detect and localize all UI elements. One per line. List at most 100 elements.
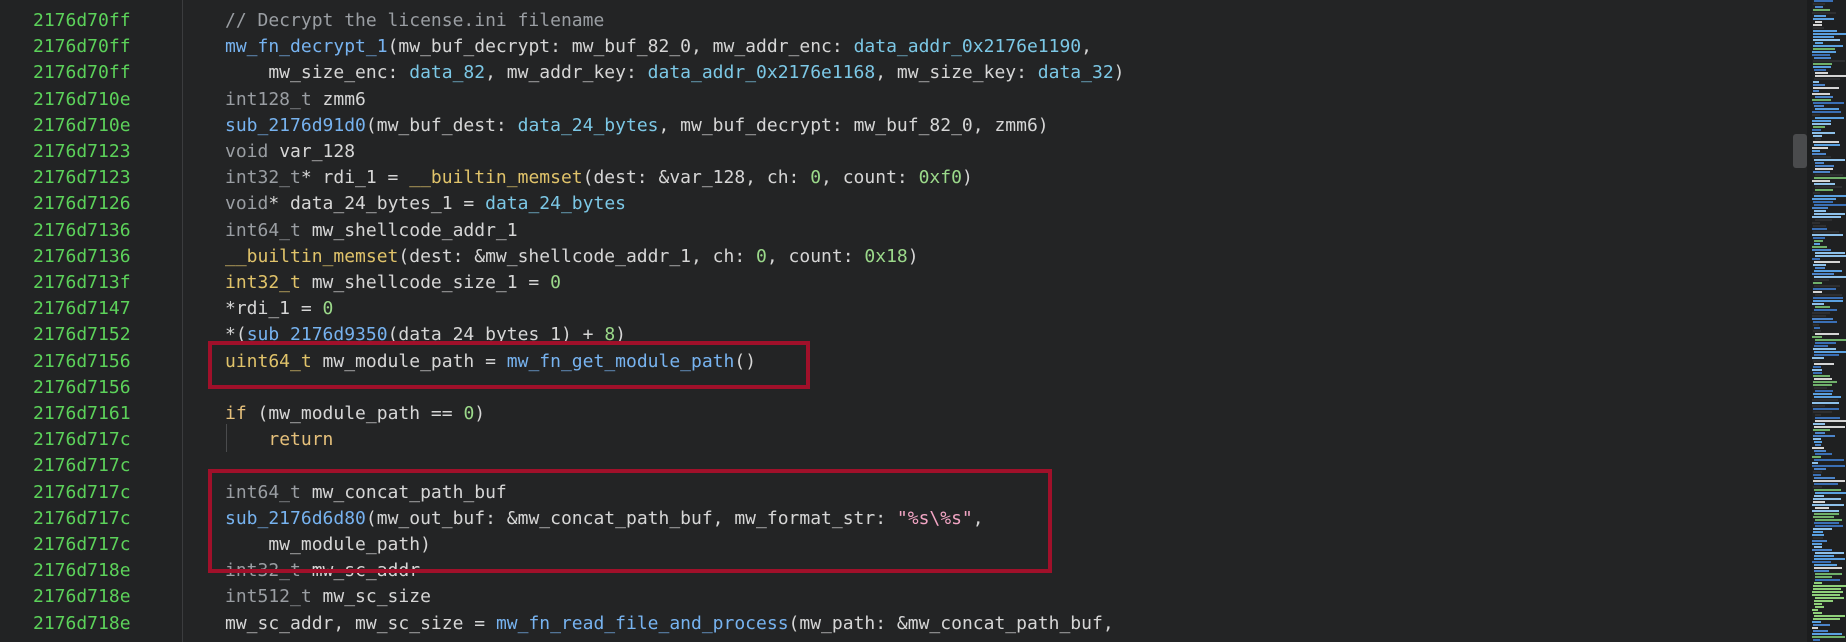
minimap-line <box>1813 288 1836 290</box>
minimap-line <box>1813 366 1821 368</box>
minimap-line <box>1815 75 1846 77</box>
minimap-line <box>1813 192 1820 194</box>
minimap-line <box>1814 240 1823 242</box>
code-token[interactable]: data_addr_0x2176e1190 <box>854 36 1082 57</box>
minimap-line <box>1814 555 1834 557</box>
line-number: 2176d7126 <box>33 193 131 215</box>
minimap-line <box>1814 450 1826 452</box>
line-number: 2176d718e <box>33 612 131 634</box>
code-token[interactable]: data_32 <box>1038 62 1114 83</box>
minimap-line <box>1815 525 1843 527</box>
minimap-line <box>1813 300 1843 302</box>
minimap-line <box>1815 168 1833 170</box>
minimap-line <box>1815 339 1846 341</box>
minimap-line <box>1813 282 1822 284</box>
code-token[interactable]: mw_fn_get_module_path <box>507 351 735 372</box>
code-line[interactable]: sub_2176d6d80(mw_out_buf: &mw_concat_pat… <box>225 506 984 532</box>
code-line[interactable]: int32_t* rdi_1 = __builtin_memset(dest: … <box>225 165 973 191</box>
code-line[interactable]: mw_module_path) <box>225 532 431 558</box>
minimap-line <box>1815 573 1842 575</box>
minimap-line <box>1814 477 1835 479</box>
minimap-line <box>1814 69 1826 71</box>
minimap-line <box>1812 534 1824 536</box>
code-token[interactable]: mw_fn_decrypt_1 <box>225 36 388 57</box>
code-line[interactable]: int128_t zmm6 <box>225 87 366 113</box>
code-token: ) <box>907 245 919 267</box>
line-number: 2176d718e <box>33 586 131 608</box>
code-line[interactable]: uint64_t mw_module_path = mw_fn_get_modu… <box>225 349 756 375</box>
line-number: 2176d710e <box>33 88 131 110</box>
minimap-line <box>1814 354 1839 356</box>
code-token: mw_sc_addr <box>300 560 421 582</box>
code-line[interactable]: // Decrypt the license.ini filename <box>225 8 604 34</box>
code-line[interactable]: mw_fn_decrypt_1(mw_buf_decrypt: mw_buf_8… <box>225 34 1092 60</box>
code-line[interactable]: int64_t mw_shellcode_addr_1 <box>225 218 518 244</box>
minimap-line <box>1812 93 1830 95</box>
line-number: 2176d7156 <box>33 376 131 398</box>
minimap-line <box>1813 585 1846 587</box>
minimap-line <box>1815 42 1823 44</box>
code-line[interactable]: int32_t mw_shellcode_size_1 = 0 <box>225 270 561 296</box>
code-token[interactable]: data_24_bytes <box>485 193 626 214</box>
code-line[interactable]: *(sub_2176d9350(data_24_bytes_1) + 8) <box>225 322 626 348</box>
minimap-line <box>1813 291 1822 293</box>
code-token: var_128 <box>268 141 356 162</box>
minimap-line <box>1814 243 1820 245</box>
code-line[interactable]: void var_128 <box>225 139 355 165</box>
minimap-line <box>1815 306 1830 308</box>
code-line[interactable]: __builtin_memset(dest: &mw_shellcode_add… <box>225 244 919 270</box>
minimap-line <box>1814 78 1840 80</box>
minimap-line <box>1813 102 1844 104</box>
minimap-line <box>1813 612 1822 614</box>
minimap-line <box>1813 36 1834 38</box>
minimap-line <box>1812 357 1824 359</box>
code-token: (dest: &mw_shellcode_addr_1, ch: <box>398 245 757 267</box>
minimap-line <box>1813 474 1821 476</box>
code-token[interactable]: data_82 <box>409 62 485 83</box>
code-line[interactable]: mw_sc_addr, mw_sc_size = mw_fn_read_file… <box>225 611 1114 637</box>
code-line[interactable]: if (mw_module_path == 0) <box>225 401 485 427</box>
code-token: 0 <box>550 272 561 293</box>
minimap-line <box>1814 441 1822 443</box>
code-line[interactable]: void* data_24_bytes_1 = data_24_bytes <box>225 191 626 217</box>
minimap-line <box>1814 489 1841 491</box>
code-token: uint64_t <box>225 350 312 372</box>
code-token[interactable]: data_24_bytes <box>518 115 659 136</box>
minimap-line <box>1813 438 1821 440</box>
code-token: * rdi_1 = <box>300 167 410 189</box>
code-line[interactable]: *rdi_1 = 0 <box>225 296 333 322</box>
minimap-line <box>1814 15 1826 17</box>
minimap-line <box>1814 204 1846 206</box>
minimap-line <box>1815 552 1844 554</box>
code-token[interactable]: mw_fn_read_file_and_process <box>496 613 789 634</box>
code-line[interactable]: sub_2176d91d0(mw_buf_dest: data_24_bytes… <box>225 113 1049 139</box>
minimap-line <box>1813 471 1822 473</box>
minimap-line <box>1812 549 1832 551</box>
minimap-line <box>1814 177 1846 179</box>
minimap-line <box>1812 312 1830 314</box>
code-line[interactable]: mw_size_enc: data_82, mw_addr_key: data_… <box>225 60 1124 86</box>
minimap-line <box>1815 492 1846 494</box>
minimap-line <box>1813 408 1839 410</box>
minimap-line <box>1815 6 1823 8</box>
code-token[interactable]: sub_2176d6d80 <box>225 508 366 529</box>
code-line[interactable]: int512_t mw_sc_size <box>225 584 431 610</box>
code-view[interactable]: // Decrypt the license.ini filename mw_fn… <box>183 0 1812 642</box>
code-line[interactable]: int64_t mw_concat_path_buf <box>225 480 507 506</box>
minimap-line <box>1815 342 1836 344</box>
code-token: int128_t <box>225 88 312 110</box>
code-token: , count: <box>766 245 865 267</box>
code-token[interactable]: data_addr_0x2176e1168 <box>648 62 876 83</box>
minimap-line <box>1812 12 1836 14</box>
code-line[interactable]: int32_t mw_sc_addr <box>225 558 420 584</box>
code-token[interactable]: sub_2176d9350 <box>247 324 388 345</box>
minimap-line <box>1812 633 1842 635</box>
scrollbar-thumb[interactable] <box>1793 134 1807 168</box>
minimap-line <box>1813 33 1846 35</box>
code-token: 0x18 <box>864 245 908 267</box>
code-token: mw_shellcode_size_1 = <box>300 272 551 293</box>
code-token[interactable]: sub_2176d91d0 <box>225 115 366 136</box>
minimap[interactable] <box>1812 0 1846 642</box>
minimap-line <box>1813 537 1823 539</box>
code-line[interactable]: return <box>225 427 333 453</box>
